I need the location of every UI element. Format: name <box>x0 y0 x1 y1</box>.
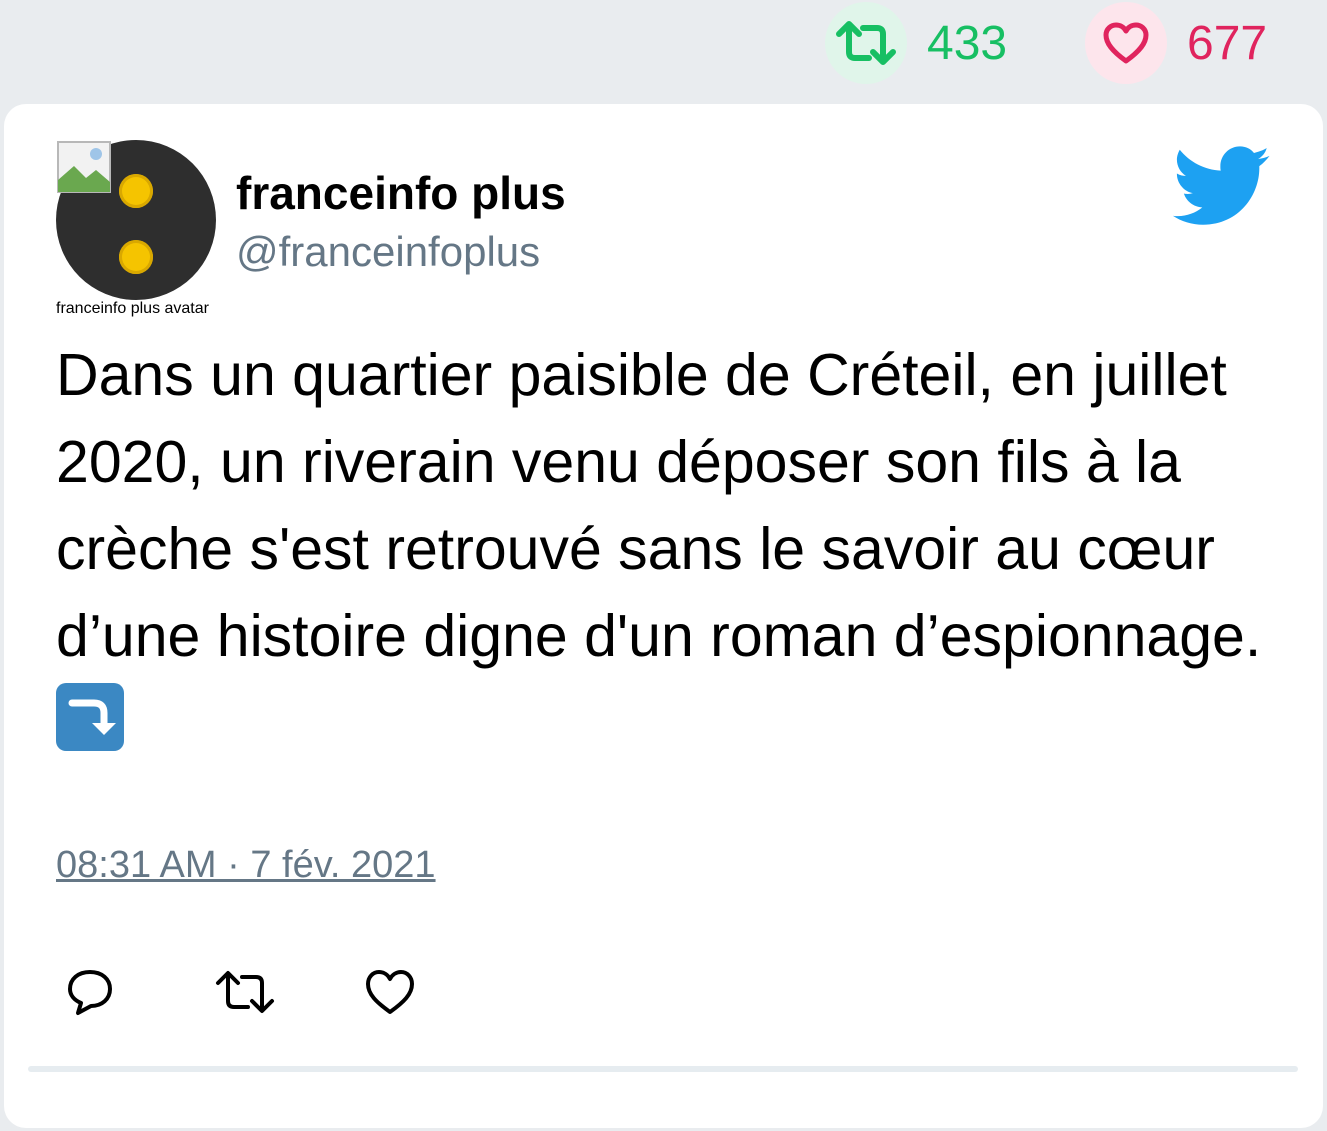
tweet-text: Dans un quartier paisible de Créteil, en… <box>56 332 1296 767</box>
divider <box>28 1066 1298 1072</box>
avatar-dot <box>119 240 153 274</box>
like-icon <box>366 970 414 1014</box>
like-stat[interactable]: 677 <box>1085 0 1267 86</box>
author-name[interactable]: franceinfo plus <box>236 166 566 220</box>
broken-image-icon <box>57 141 111 193</box>
author-handle[interactable]: @franceinfoplus <box>236 228 540 276</box>
right-arrow-curving-down-icon <box>56 683 124 751</box>
twitter-bird-icon[interactable] <box>1172 146 1272 233</box>
avatar-dot <box>119 174 153 208</box>
reply-button[interactable] <box>64 962 214 1022</box>
tweet-body: Dans un quartier paisible de Créteil, en… <box>56 342 1262 669</box>
tweet-actions <box>64 962 514 1022</box>
reply-icon <box>68 970 112 1015</box>
tweet-timestamp[interactable]: 08:31 AM · 7 fév. 2021 <box>56 844 436 887</box>
retweet-icon <box>216 971 274 1013</box>
stats-bar: 433 677 <box>0 0 1327 100</box>
like-button[interactable] <box>364 962 514 1022</box>
heart-icon[interactable] <box>1085 2 1167 84</box>
retweet-stat[interactable]: 433 <box>825 0 1007 86</box>
author-avatar-link[interactable]: franceinfo plus avatar <box>56 140 216 317</box>
avatar-alt-text[interactable]: franceinfo plus avatar <box>56 300 209 317</box>
tweet-card: franceinfo plus avatar franceinfo plus @… <box>4 104 1323 1128</box>
retweet-button[interactable] <box>214 962 364 1022</box>
like-count: 677 <box>1187 16 1268 70</box>
retweet-count: 433 <box>927 16 1008 70</box>
retweet-icon[interactable] <box>825 2 907 84</box>
